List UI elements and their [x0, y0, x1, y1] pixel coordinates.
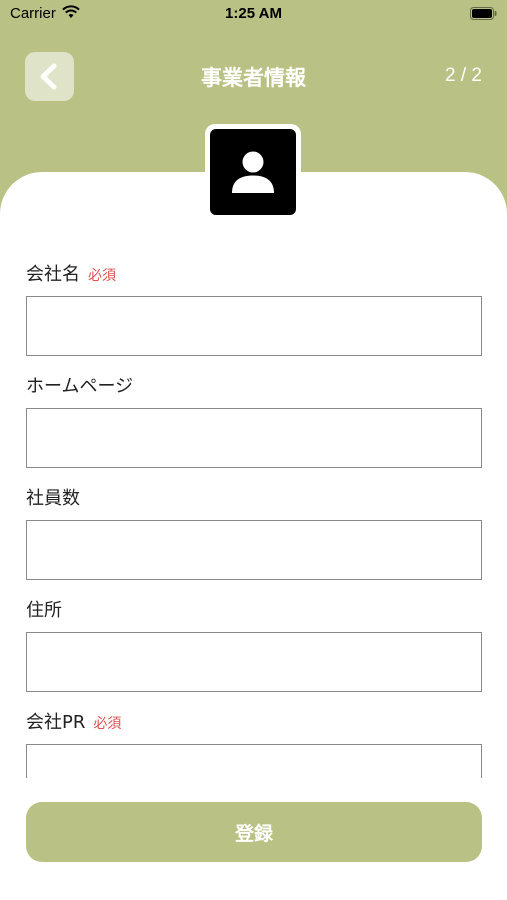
- status-time: 1:25 AM: [225, 5, 282, 22]
- company-pr-input[interactable]: [26, 744, 482, 778]
- form-scroll-area[interactable]: 会社名 必須 ホームページ 社員数 住所 会社PR 必須: [0, 238, 507, 778]
- avatar[interactable]: [210, 129, 296, 215]
- company-name-label-text: 会社名: [26, 264, 80, 285]
- company-name-label: 会社名 必須: [26, 260, 116, 286]
- address-label: 住所: [26, 596, 62, 622]
- homepage-label-text: ホームページ: [26, 376, 134, 397]
- company-name-input[interactable]: [26, 296, 482, 356]
- required-badge: 必須: [93, 716, 122, 732]
- employee-count-label: 社員数: [26, 484, 80, 510]
- battery-icon: [470, 7, 497, 20]
- user-icon: [232, 151, 274, 193]
- avatar-frame: [205, 124, 301, 220]
- company-pr-label: 会社PR 必須: [26, 708, 121, 734]
- address-label-text: 住所: [26, 600, 62, 621]
- employee-count-label-text: 社員数: [26, 488, 80, 509]
- company-pr-label-text: 会社PR: [26, 712, 86, 733]
- homepage-label: ホームページ: [26, 372, 133, 398]
- homepage-input[interactable]: [26, 408, 482, 468]
- required-badge: 必須: [88, 268, 116, 284]
- employee-count-input[interactable]: [26, 520, 482, 580]
- address-input[interactable]: [26, 632, 482, 692]
- page-title: 事業者情報: [201, 66, 306, 90]
- status-bar: Carrier 1:25 AM: [0, 0, 507, 30]
- register-button[interactable]: 登録: [26, 802, 482, 862]
- page-indicator: 2 / 2: [445, 65, 482, 86]
